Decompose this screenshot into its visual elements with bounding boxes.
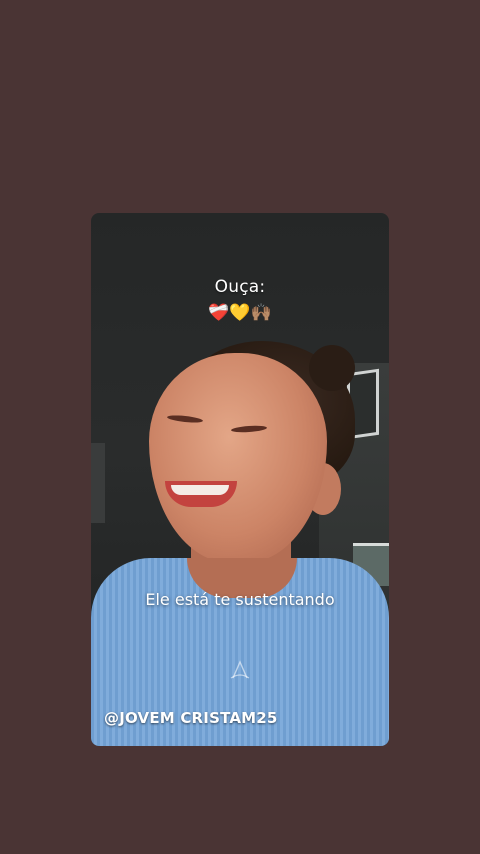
person-teeth [171,485,229,495]
person-hair-bun [309,345,355,391]
story-card[interactable]: Ouça: ❤️‍🩹💛🙌🏽 Ele está te sustentando @J… [91,213,389,746]
story-title: Ouça: [214,277,266,297]
watermark-logo-icon [230,660,250,679]
person-face [149,353,327,563]
account-handle[interactable]: @JOVEM CRISTAM25 [104,709,278,727]
story-emojis: ❤️‍🩹💛🙌🏽 [208,303,272,323]
background-object [91,443,105,523]
story-caption: Ele está te sustentando [145,590,335,609]
story-viewer: Ouça: ❤️‍🩹💛🙌🏽 Ele está te sustentando @J… [0,0,480,854]
